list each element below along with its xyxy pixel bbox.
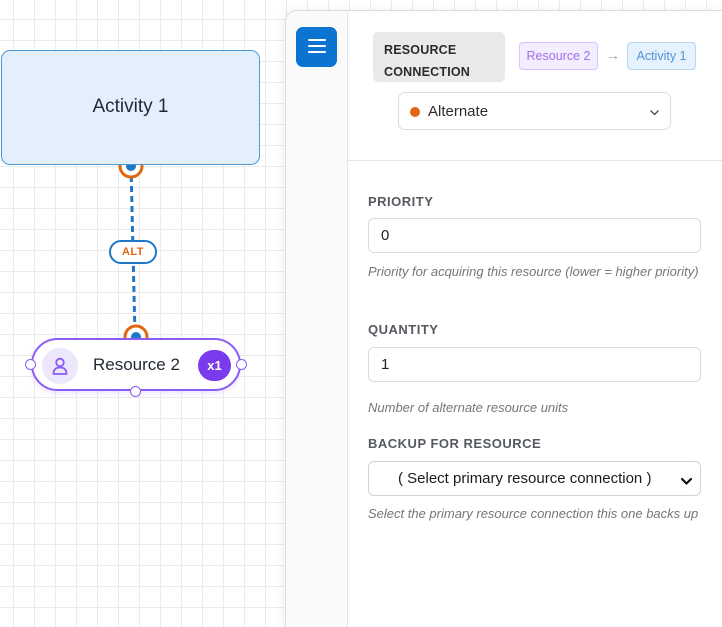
target-node-pill[interactable]: Activity 1	[627, 42, 696, 70]
properties-panel: RESOURCE CONNECTION Resource 2 → Activit…	[285, 10, 722, 627]
hamburger-icon	[307, 38, 326, 57]
person-icon	[42, 348, 78, 384]
activity-node-label: Activity 1	[92, 96, 169, 117]
backup-resource-label: BACKUP FOR RESOURCE	[368, 436, 542, 451]
flow-canvas[interactable]: Activity 1 ALT Resource 2 x1	[0, 0, 290, 627]
quantity-input[interactable]	[368, 347, 701, 382]
chevron-down-icon	[680, 474, 693, 492]
connection-role-value: Alternate	[428, 103, 489, 120]
role-status-dot	[410, 107, 420, 117]
edge-type-badge[interactable]: ALT	[109, 240, 157, 264]
connection-type-chip: RESOURCE CONNECTION	[373, 32, 505, 82]
activity-node[interactable]: Activity 1	[1, 50, 260, 165]
menu-button[interactable]	[296, 27, 337, 67]
panel-header: RESOURCE CONNECTION Resource 2 → Activit…	[348, 11, 722, 161]
resource-left-handle[interactable]	[25, 359, 36, 370]
right-arrow-icon: →	[606, 47, 620, 63]
backup-resource-value: ( Select primary resource connection )	[398, 470, 652, 487]
priority-label: PRIORITY	[368, 194, 434, 209]
quantity-label: QUANTITY	[368, 322, 439, 337]
priority-help: Priority for acquiring this resource (lo…	[368, 264, 699, 279]
resource-node-label: Resource 2	[93, 355, 180, 374]
quantity-help: Number of alternate resource units	[368, 400, 569, 415]
resource-node[interactable]: Resource 2 x1	[31, 338, 241, 391]
connection-role-select[interactable]: Alternate	[398, 92, 671, 130]
connection-type-label: RESOURCE CONNECTION	[384, 43, 471, 79]
backup-resource-select[interactable]: ( Select primary resource connection )	[368, 461, 701, 496]
edge-type-badge-label: ALT	[121, 246, 145, 258]
resource-right-handle[interactable]	[236, 359, 247, 370]
source-node-pill[interactable]: Resource 2	[519, 42, 598, 70]
resource-count-badge: x1	[198, 350, 231, 381]
chevron-down-icon	[649, 105, 660, 123]
panel-rail	[286, 11, 348, 627]
priority-input[interactable]	[368, 218, 701, 253]
backup-resource-help: Select the primary resource connection t…	[368, 506, 699, 521]
resource-bottom-handle[interactable]	[130, 386, 141, 397]
